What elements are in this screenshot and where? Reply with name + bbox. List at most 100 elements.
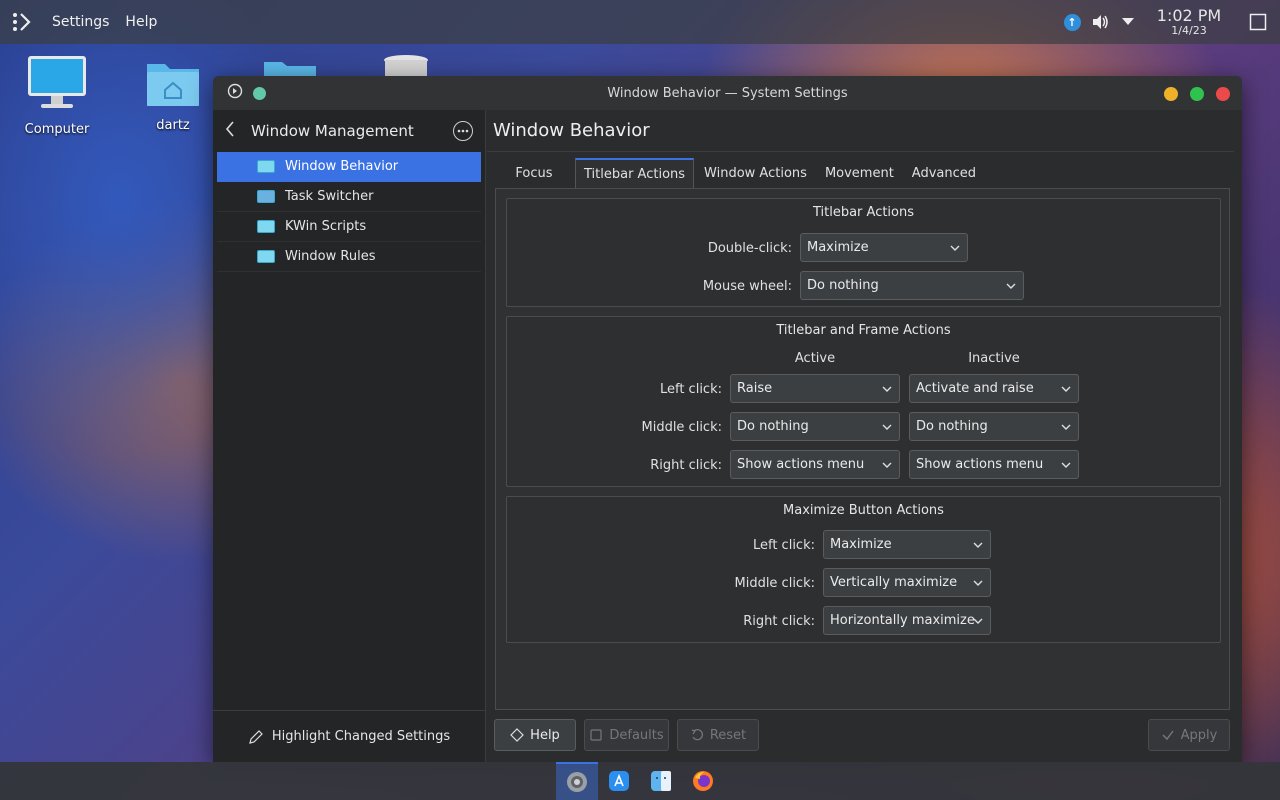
highlight-changed-settings-button[interactable]: Highlight Changed Settings — [213, 710, 485, 762]
window-title: Window Behavior — System Settings — [607, 85, 848, 101]
pencil-icon — [249, 729, 263, 744]
combo-value: Horizontally maximize — [830, 613, 975, 628]
taskbar — [0, 762, 1280, 800]
max-left-click-label: Left click: — [752, 538, 815, 553]
defaults-button-label: Defaults — [609, 727, 664, 743]
defaults-button[interactable]: Defaults — [584, 719, 669, 751]
combo-value: Vertically maximize — [830, 575, 958, 590]
window-titlebar[interactable]: Window Behavior — System Settings — [213, 76, 1242, 110]
volume-icon[interactable] — [1086, 0, 1114, 44]
update-icon[interactable]: ↑ — [1058, 0, 1086, 44]
update-badge: ↑ — [1063, 13, 1081, 31]
trash-icon — [384, 55, 428, 78]
content-area: Window Behavior Focus Titlebar Actions W… — [487, 110, 1242, 762]
desktop-icon-label: Computer — [24, 122, 90, 137]
minimize-button[interactable] — [1164, 87, 1178, 101]
max-middle-click-combo[interactable]: Vertically maximize — [823, 568, 991, 597]
app-launcher-icon[interactable] — [0, 0, 44, 44]
middle-click-inactive-combo[interactable]: Do nothing — [909, 412, 1079, 441]
reset-icon — [691, 729, 703, 741]
combo-value: Do nothing — [737, 419, 809, 434]
kwin-scripts-icon — [257, 220, 275, 233]
apply-button[interactable]: Apply — [1148, 719, 1230, 751]
clock-date: 1/4/23 — [1171, 24, 1207, 37]
back-arrow-icon[interactable] — [225, 121, 247, 141]
maximize-button[interactable] — [1190, 87, 1204, 101]
tab-focus[interactable]: Focus — [495, 158, 573, 188]
combo-value: Raise — [737, 381, 773, 396]
close-button[interactable] — [1216, 87, 1230, 101]
taskbar-firefox[interactable] — [682, 762, 724, 800]
tab-window-actions[interactable]: Window Actions — [696, 158, 815, 188]
more-options-icon[interactable] — [453, 121, 473, 141]
chevron-down-icon — [1061, 386, 1071, 392]
max-right-click-combo[interactable]: Horizontally maximize — [823, 606, 991, 635]
taskbar-app-store[interactable] — [598, 762, 640, 800]
left-click-inactive-combo[interactable]: Activate and raise — [909, 374, 1079, 403]
group-title: Maximize Button Actions — [783, 503, 944, 518]
sidebar-item-task-switcher[interactable]: Task Switcher — [217, 182, 481, 212]
finder-icon — [651, 771, 671, 791]
tab-bar: Focus Titlebar Actions Window Actions Mo… — [495, 158, 986, 188]
sidebar-item-window-behavior[interactable]: Window Behavior — [217, 152, 481, 182]
menu-help[interactable]: Help — [117, 14, 165, 30]
right-click-label: Right click: — [650, 458, 722, 473]
desktop-icon-computer[interactable]: Computer — [17, 54, 97, 137]
right-click-inactive-combo[interactable]: Show actions menu — [909, 450, 1079, 479]
keep-above-icon[interactable] — [253, 86, 266, 100]
chevron-down-icon — [973, 580, 983, 586]
chevron-down-icon — [882, 424, 892, 430]
combo-value: Show actions menu — [916, 457, 1044, 472]
chevron-down-icon — [950, 245, 960, 251]
left-click-active-combo[interactable]: Raise — [730, 374, 900, 403]
chevron-down-icon — [1061, 424, 1071, 430]
apply-button-label: Apply — [1180, 727, 1218, 743]
middle-click-active-combo[interactable]: Do nothing — [730, 412, 900, 441]
desktop-icon-label: dartz — [156, 118, 190, 133]
tab-titlebar-actions[interactable]: Titlebar Actions — [575, 158, 695, 188]
taskbar-system-settings[interactable] — [556, 762, 598, 800]
double-click-combo[interactable]: Maximize — [800, 233, 968, 262]
maximize-actions-group: Maximize Button Actions Left click: Maxi… — [506, 496, 1221, 643]
group-title: Titlebar and Frame Actions — [776, 323, 951, 338]
clock[interactable]: 1:02 PM 1/4/23 — [1152, 8, 1226, 37]
sidebar-item-kwin-scripts[interactable]: KWin Scripts — [217, 212, 481, 242]
highlight-changed-label: Highlight Changed Settings — [271, 729, 451, 744]
reset-button-label: Reset — [709, 727, 747, 743]
show-desktop-icon[interactable] — [1236, 0, 1280, 44]
combo-value: Maximize — [830, 537, 892, 552]
computer-icon — [28, 56, 86, 108]
chevron-down-icon — [1061, 462, 1071, 468]
sidebar-item-label: KWin Scripts — [285, 219, 367, 234]
menu-settings[interactable]: Settings — [44, 14, 117, 30]
combo-value: Do nothing — [807, 278, 879, 293]
sidebar-item-label: Window Rules — [285, 249, 376, 264]
combo-value: Activate and raise — [916, 381, 1034, 396]
combo-value: Maximize — [807, 240, 869, 255]
sidebar-item-label: Window Behavior — [285, 159, 399, 174]
mouse-wheel-combo[interactable]: Do nothing — [800, 271, 1024, 300]
home-folder-icon — [147, 64, 199, 106]
tab-advanced[interactable]: Advanced — [904, 158, 984, 188]
page-title: Window Behavior — [487, 110, 1234, 152]
window-rules-icon — [257, 250, 275, 263]
middle-click-label: Middle click: — [641, 420, 722, 435]
max-left-click-combo[interactable]: Maximize — [823, 530, 991, 559]
tray-expand-icon[interactable] — [1114, 0, 1142, 44]
window-app-icon[interactable] — [227, 83, 243, 103]
left-click-label: Left click: — [659, 382, 722, 397]
column-header-active: Active — [794, 351, 836, 366]
help-button[interactable]: Help — [494, 719, 576, 751]
sidebar-item-window-rules[interactable]: Window Rules — [217, 242, 481, 272]
titlebar-actions-group: Titlebar Actions Double-click: Maximize … — [506, 198, 1221, 307]
taskbar-finder[interactable] — [640, 762, 682, 800]
reset-button[interactable]: Reset — [677, 719, 759, 751]
desktop-icon-dartz[interactable]: dartz — [133, 56, 213, 133]
checkmark-icon — [1162, 730, 1174, 741]
right-click-active-combo[interactable]: Show actions menu — [730, 450, 900, 479]
sidebar-header-title: Window Management — [251, 122, 414, 140]
sidebar-item-label: Task Switcher — [285, 189, 374, 204]
sidebar-header: Window Management — [213, 110, 485, 152]
tab-movement[interactable]: Movement — [817, 158, 902, 188]
top-panel: Settings Help ↑ 1:02 PM 1/4/23 — [0, 0, 1280, 44]
